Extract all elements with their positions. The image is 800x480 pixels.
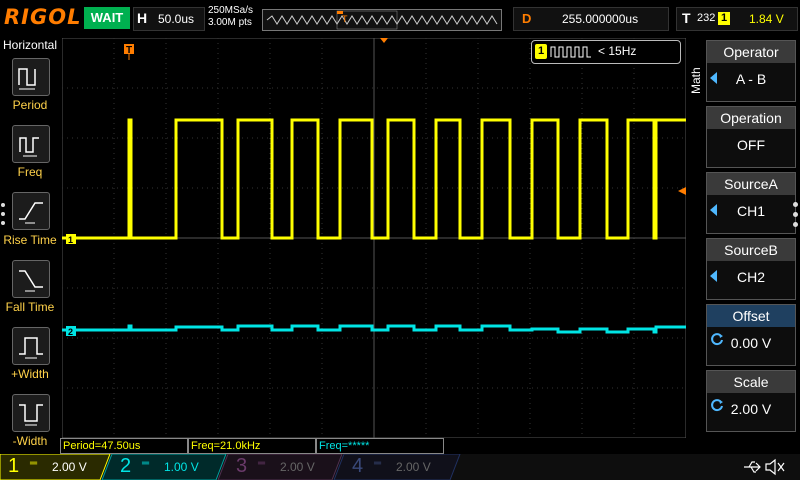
scale-softkey[interactable]: Scale 2.00 V <box>706 370 796 432</box>
delay-value: 255.000000us <box>562 12 639 26</box>
fall-time-icon <box>19 270 43 292</box>
rise-time-icon <box>19 202 43 224</box>
source-a-header: SourceA <box>707 173 795 195</box>
period-icon <box>18 68 36 90</box>
horizontal-timebase[interactable]: H 50.0us <box>133 7 205 31</box>
ch2-marker-text: 2 <box>68 327 73 337</box>
memory-window-overview[interactable]: T <box>262 9 502 31</box>
channel-3-scale: 2.00 V <box>280 460 315 474</box>
period-label: Period <box>12 98 48 112</box>
trigger-label: T <box>682 10 691 26</box>
usb-icon <box>744 461 761 473</box>
memory-trigger-marker: T <box>342 14 348 24</box>
horizontal-label: H <box>137 10 148 26</box>
more-dots <box>1 203 6 233</box>
channel-4-number: 4 <box>352 455 364 477</box>
math-menu-title: Math <box>687 56 703 96</box>
fall-time-button[interactable] <box>12 260 50 298</box>
trigger-code: 232 <box>697 12 716 24</box>
memory-overview-wave: T <box>266 10 498 30</box>
source-a-softkey[interactable]: SourceA CH1 <box>706 172 796 234</box>
delay-label: D <box>522 11 532 26</box>
fall-time-label: Fall Time <box>5 300 55 314</box>
scale-value: 2.00 V <box>730 401 772 417</box>
memory-depth: 3.00M pts <box>208 17 252 28</box>
offset-value: 0.00 V <box>730 335 772 351</box>
dc-coupling-icon: ═ <box>142 458 150 469</box>
period-button[interactable] <box>12 58 50 96</box>
trigger-source-badge: 1 <box>718 12 730 25</box>
offset-header: Offset <box>707 305 795 327</box>
operator-value: A - B <box>735 71 767 87</box>
freq-button[interactable] <box>12 125 50 163</box>
source-b-value: CH2 <box>736 269 765 285</box>
freq-icon <box>19 137 39 157</box>
more-dot <box>793 202 798 207</box>
negative-width-icon <box>19 404 43 426</box>
brand-logo: RIGOL <box>4 5 82 29</box>
freq-indicator-text: < 15Hz <box>598 44 637 58</box>
offset-softkey[interactable]: Offset 0.00 V <box>706 304 796 366</box>
horizontal-measure-panel: Horizontal Period Freq Rise Time Fall Ti… <box>0 38 60 454</box>
channel-3-tab[interactable]: 3 ═ 2.00 V <box>228 454 338 480</box>
channel-2-scale: 1.00 V <box>164 460 199 474</box>
positive-width-button[interactable] <box>12 327 50 365</box>
sample-rate: 250MSa/s <box>208 5 254 16</box>
measurement-freq-ch2[interactable]: Freq=***** <box>316 438 444 454</box>
trigger-setting[interactable]: T 232 1 1.84 V <box>676 7 798 31</box>
more-dot <box>793 222 798 227</box>
acquisition-info: 250MSa/s 3.00M pts <box>208 5 253 29</box>
speaker-muted-icon[interactable] <box>764 458 786 476</box>
run-status-badge[interactable]: WAIT <box>84 7 130 29</box>
timebase-value: 50.0us <box>158 12 195 26</box>
operator-softkey[interactable]: Operator A - B <box>706 40 796 102</box>
panel-title: Horizontal <box>2 38 58 52</box>
positive-width-icon <box>19 337 43 359</box>
measurement-bar: Period=47.50us Freq=21.0kHz Freq=***** <box>60 438 700 454</box>
pulse-icon <box>550 46 591 58</box>
measurement-freq-ch1[interactable]: Freq=21.0kHz <box>188 438 316 454</box>
delay-setting[interactable]: D 255.000000us <box>513 7 669 31</box>
source-b-header: SourceB <box>707 239 795 261</box>
channel-2-number: 2 <box>120 455 132 477</box>
ch1-marker-text: 1 <box>68 235 73 245</box>
channel-2-tab[interactable]: 2 ═ 1.00 V <box>112 454 222 480</box>
frequency-indicator: 1 < 15Hz <box>531 40 681 64</box>
freq-channel-badge: 1 <box>535 44 547 59</box>
source-b-softkey[interactable]: SourceB CH2 <box>706 238 796 300</box>
channel-1-tab[interactable]: 1 ═ 2.00 V <box>0 454 110 480</box>
operation-header: Operation <box>707 107 795 129</box>
waveform-display[interactable]: T 1 2 <box>62 38 686 438</box>
negative-width-button[interactable] <box>12 394 50 432</box>
freq-label: Freq <box>17 165 43 179</box>
channel-4-scale: 2.00 V <box>396 460 431 474</box>
negative-width-label: -Width <box>12 434 48 448</box>
dc-coupling-icon: ═ <box>258 458 266 469</box>
channel-1-scale: 2.00 V <box>52 460 87 474</box>
dc-coupling-icon: ═ <box>374 458 382 469</box>
scale-header: Scale <box>707 371 795 393</box>
channel-1-number: 1 <box>8 455 20 477</box>
dc-coupling-icon: ═ <box>30 458 38 469</box>
measurement-period[interactable]: Period=47.50us <box>60 438 188 454</box>
channel-3-number: 3 <box>236 455 248 477</box>
operator-header: Operator <box>707 41 795 63</box>
rise-time-label: Rise Time <box>3 233 57 247</box>
channel-bar: 1 ═ 2.00 V 2 ═ 1.00 V 3 ═ 2.00 V 4 ═ 2.0… <box>0 454 800 480</box>
operation-value: OFF <box>737 137 765 153</box>
more-dot <box>793 212 798 217</box>
channel-4-tab[interactable]: 4 ═ 2.00 V <box>344 454 454 480</box>
math-title-text: Math <box>689 67 703 94</box>
positive-width-label: +Width <box>11 367 49 381</box>
source-a-value: CH1 <box>736 203 765 219</box>
operation-softkey[interactable]: Operation OFF <box>706 106 796 168</box>
trigger-level: 1.84 V <box>749 12 784 26</box>
rise-time-button[interactable] <box>12 192 50 230</box>
